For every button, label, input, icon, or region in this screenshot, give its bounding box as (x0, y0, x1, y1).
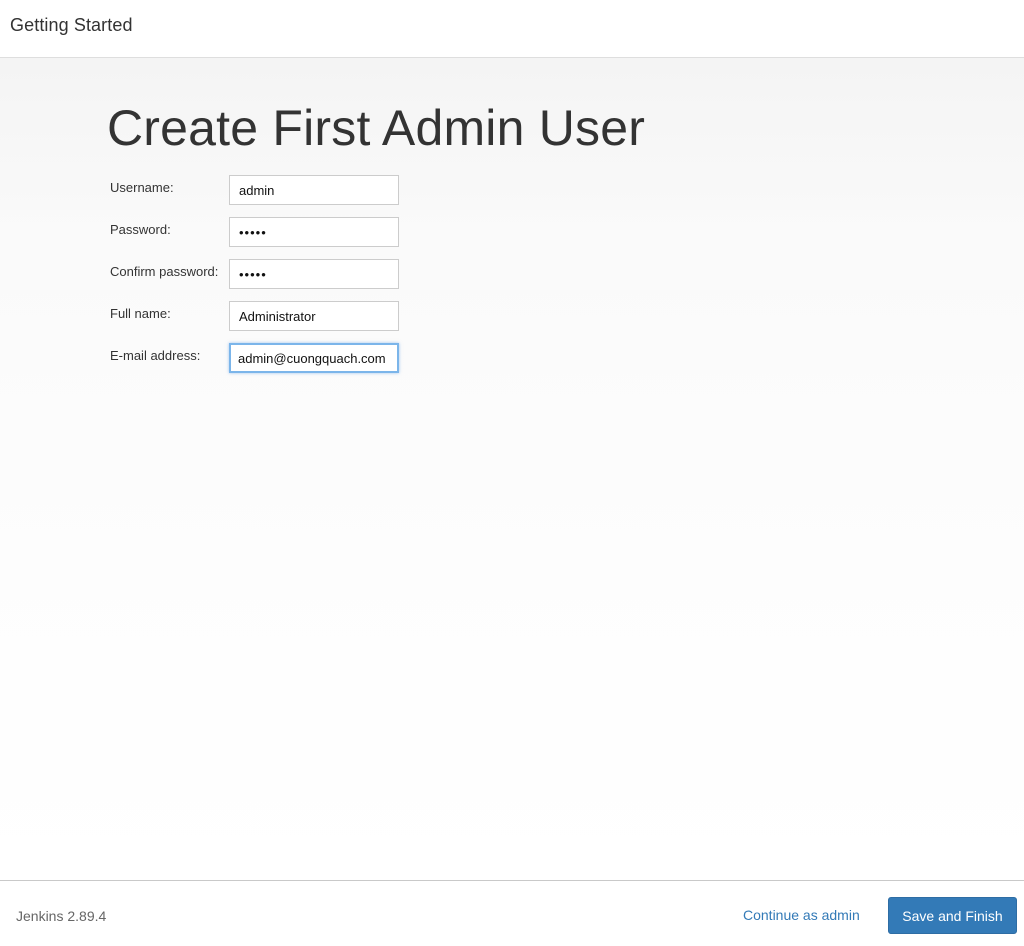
email-label: E-mail address: (110, 348, 201, 363)
email-row: E-mail address: (110, 343, 410, 373)
email-input[interactable] (229, 343, 399, 373)
confirm-password-label: Confirm password: (110, 264, 219, 279)
header-title: Getting Started (10, 15, 133, 35)
setup-wizard-page: Getting Started Create First Admin User … (0, 0, 1024, 946)
page-title: Create First Admin User (107, 100, 646, 156)
full-name-input[interactable] (229, 301, 399, 331)
username-label: Username: (110, 180, 174, 195)
username-row: Username: (110, 175, 410, 205)
main-content: Create First Admin User Username: Passwo… (0, 58, 1024, 880)
confirm-password-input[interactable] (229, 259, 399, 289)
full-name-label: Full name: (110, 306, 171, 321)
username-input[interactable] (229, 175, 399, 205)
full-name-row: Full name: (110, 301, 410, 331)
header-bar: Getting Started (0, 0, 1024, 58)
password-input[interactable] (229, 217, 399, 247)
password-row: Password: (110, 217, 410, 247)
version-label: Jenkins 2.89.4 (16, 908, 107, 924)
continue-as-admin-link[interactable]: Continue as admin (743, 907, 860, 923)
footer-bar: Jenkins 2.89.4 Continue as admin Save an… (0, 880, 1024, 946)
save-and-finish-button[interactable]: Save and Finish (888, 897, 1017, 934)
confirm-password-row: Confirm password: (110, 259, 410, 289)
password-label: Password: (110, 222, 171, 237)
